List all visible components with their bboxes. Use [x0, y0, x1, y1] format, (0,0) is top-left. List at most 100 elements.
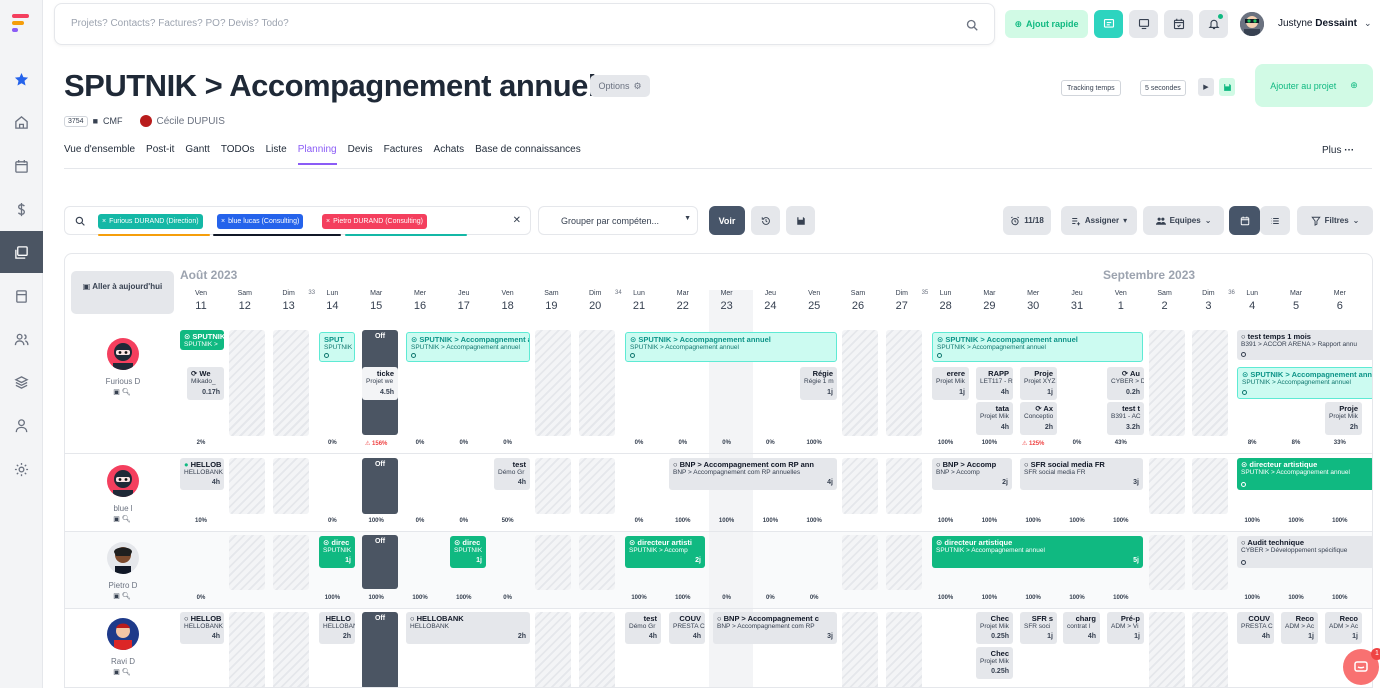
calendar-icon[interactable]: ▣ — [113, 669, 122, 676]
tab-factures[interactable]: Factures — [384, 144, 423, 165]
owner-name[interactable]: Cécile DUPUIS — [157, 116, 225, 127]
add-to-project-button[interactable]: Ajouter au projet ⊕ — [1255, 64, 1373, 107]
task-block[interactable]: erere Projet Mik 1j — [932, 367, 969, 400]
task-block[interactable]: ○ BNP > Accomp BNP > Accomp 2j — [932, 458, 1012, 490]
layers-icon[interactable] — [0, 364, 43, 400]
task-block[interactable]: SPUT SPUTNIK > — [319, 332, 355, 362]
task-block[interactable]: test Démo Gr 4h — [494, 458, 530, 490]
task-block[interactable]: test t B391 - AC 3.2h — [1107, 402, 1144, 435]
go-to-today-button[interactable]: ▣ Aller à aujourd'hui — [71, 271, 174, 314]
search-icon[interactable]: 🔍︎ — [122, 669, 133, 676]
user-icon[interactable] — [0, 407, 43, 443]
task-block[interactable]: ○ HELLOB HELLOBANK 4h — [180, 612, 224, 644]
task-block[interactable]: Chec Projet Mik 0.25h — [976, 647, 1013, 679]
tracking-temps-select[interactable]: Tracking temps — [1061, 80, 1121, 96]
person-actions[interactable]: ▣🔍︎ — [85, 668, 161, 676]
task-block[interactable]: COUV PRESTA C 4h — [1237, 612, 1274, 644]
favorites-star-icon[interactable] — [0, 61, 43, 97]
dollar-icon[interactable] — [0, 191, 43, 227]
task-block[interactable]: ○ SFR social media FR SFR social media FR… — [1020, 458, 1143, 490]
settings-gear-icon[interactable] — [0, 451, 43, 487]
search-icon[interactable]: 🔍︎ — [122, 389, 133, 396]
task-block[interactable]: ⊙ direc SPUTNIK 1j — [450, 536, 486, 568]
tab-base-connaissances[interactable]: Base de connaissances — [475, 144, 581, 165]
task-block[interactable]: ticke Projet we 4.5h — [362, 367, 398, 400]
task-block[interactable]: ⟳ Ax Conceptio 2h — [1020, 402, 1057, 435]
off-block[interactable]: Off — [362, 458, 398, 514]
assigner-button[interactable]: Assigner ▾ — [1061, 206, 1137, 235]
task-block[interactable]: Chec Projet Mik 0.25h — [976, 612, 1013, 644]
tab-vue-ensemble[interactable]: Vue d'ensemble — [64, 144, 135, 165]
search-icon[interactable]: 🔍︎ — [122, 516, 133, 523]
task-block[interactable]: Pré-p ADM > Vi 1j — [1107, 612, 1144, 644]
filter-chip[interactable]: × Pietro DURAND (Consulting) — [322, 214, 427, 229]
task-block[interactable]: ⊙ directeur artistique SPUTNIK > Accompag… — [932, 536, 1143, 568]
save-icon[interactable] — [1219, 78, 1235, 96]
task-block[interactable]: tata Projet Mik 4h — [976, 402, 1013, 435]
home-icon[interactable] — [0, 104, 43, 140]
clear-filter-icon[interactable]: ✕ — [513, 215, 521, 226]
task-block[interactable]: ⊙ SPUTNIK > Accompagnement annuelSPUTNIK… — [625, 332, 837, 362]
task-block[interactable]: ○ BNP > Accompagnement c BNP > Accompagne… — [713, 612, 837, 644]
task-block[interactable]: ● HELLOB HELLOBANK 4h — [180, 458, 224, 490]
clipboard-icon[interactable] — [0, 278, 43, 314]
projects-icon[interactable] — [0, 231, 43, 273]
calendar-icon[interactable]: ▣ — [113, 389, 122, 396]
quick-add-button[interactable]: ⊕ Ajout rapide — [1005, 10, 1088, 38]
person-actions[interactable]: ▣🔍︎ — [85, 388, 161, 396]
task-block[interactable]: ⊙ directeur artisti SPUTNIK > Accomp 2j — [625, 536, 705, 568]
task-block[interactable]: RAPP LET117 - R 4h — [976, 367, 1013, 400]
off-block[interactable]: Off — [362, 535, 398, 589]
task-block[interactable]: ⊙ SPUTNIK > Accompagnement annuelSPUTNIK… — [180, 330, 224, 350]
users-icon[interactable] — [0, 321, 43, 357]
task-block[interactable]: Proje Projet XYZ 1j — [1020, 367, 1057, 400]
task-block[interactable]: SFR s SFR soci 1j — [1020, 612, 1057, 644]
filtres-button[interactable]: Filtres ⌄ — [1297, 206, 1373, 235]
person-actions[interactable]: ▣🔍︎ — [85, 592, 161, 600]
user-name[interactable]: Justyne Dessaint — [1278, 18, 1357, 29]
filter-chip[interactable]: × blue lucas (Consulting) — [217, 214, 304, 229]
calendar-icon[interactable]: ▣ — [113, 593, 122, 600]
task-block[interactable]: ⊙ direc SPUTNIK 1j — [319, 536, 355, 568]
task-block[interactable]: COUV PRESTA C 4h — [669, 612, 705, 644]
tab-planning[interactable]: Planning — [297, 144, 337, 165]
calendar-icon[interactable] — [0, 148, 43, 184]
off-block[interactable]: Off — [362, 612, 398, 687]
task-block[interactable]: ⊙ SPUTNIK > Accompagnement annuelSPUTNIK… — [406, 332, 530, 362]
task-block[interactable]: ○ HELLOBANK HELLOBANK 2h — [406, 612, 530, 644]
calendar-button[interactable] — [1164, 10, 1193, 38]
task-block[interactable]: ⟳ Au CYBER > D 0.2h — [1107, 367, 1144, 400]
task-block[interactable]: ⊙ directeur artistique SPUTNIK > Accompag… — [1237, 458, 1372, 490]
voir-button[interactable]: Voir — [709, 206, 745, 235]
person-actions[interactable]: ▣🔍︎ — [85, 515, 161, 523]
task-block[interactable]: Reco ADM > Ac 1j — [1281, 612, 1318, 644]
chevron-down-icon[interactable]: ⌄ — [1364, 18, 1372, 29]
global-search-input[interactable]: Projets? Contacts? Factures? PO? Devis? … — [54, 3, 995, 45]
options-button[interactable]: Options ⚙ — [590, 75, 650, 97]
tab-devis[interactable]: Devis — [348, 144, 373, 165]
messages-button[interactable] — [1094, 10, 1123, 38]
task-block[interactable]: HELLOHELLOBANK2h — [319, 612, 355, 644]
equipes-button[interactable]: Equipes ⌄ — [1143, 206, 1224, 235]
client-name[interactable]: CMF — [103, 116, 123, 126]
group-by-select[interactable]: Grouper par compéten... ▼ — [538, 206, 698, 235]
person-blue[interactable]: blue l ▣🔍︎ — [85, 465, 161, 523]
person-furious[interactable]: Furious D ▣🔍︎ — [85, 338, 161, 396]
tab-post-it[interactable]: Post-it — [146, 144, 174, 165]
people-filter-input[interactable]: × Furious DURAND (Direction) × blue luca… — [64, 206, 531, 236]
calendar-icon[interactable]: ▣ — [113, 516, 122, 523]
user-avatar[interactable] — [1240, 12, 1264, 36]
search-icon[interactable]: 🔍︎ — [122, 593, 133, 600]
more-button[interactable]: Plus ··· — [1322, 145, 1354, 156]
save-view-button[interactable] — [786, 206, 815, 235]
task-block[interactable]: Reco ADM > Ac 1j — [1325, 612, 1362, 644]
tab-gantt[interactable]: Gantt — [185, 144, 209, 165]
task-block[interactable]: charg contrat l 4h — [1063, 612, 1100, 644]
task-block[interactable]: ○ Audit technique CYBER > Développement s… — [1237, 536, 1372, 568]
tab-liste[interactable]: Liste — [266, 144, 287, 165]
task-block[interactable]: Proje Projet Mik 2h — [1325, 402, 1362, 435]
task-block[interactable]: ⟳ We Mikado_ 0.17h — [187, 367, 224, 400]
notifications-button[interactable] — [1199, 10, 1228, 38]
person-pietro[interactable]: Pietro D ▣🔍︎ — [85, 542, 161, 600]
person-ravi[interactable]: Ravi D ▣🔍︎ — [85, 618, 161, 676]
